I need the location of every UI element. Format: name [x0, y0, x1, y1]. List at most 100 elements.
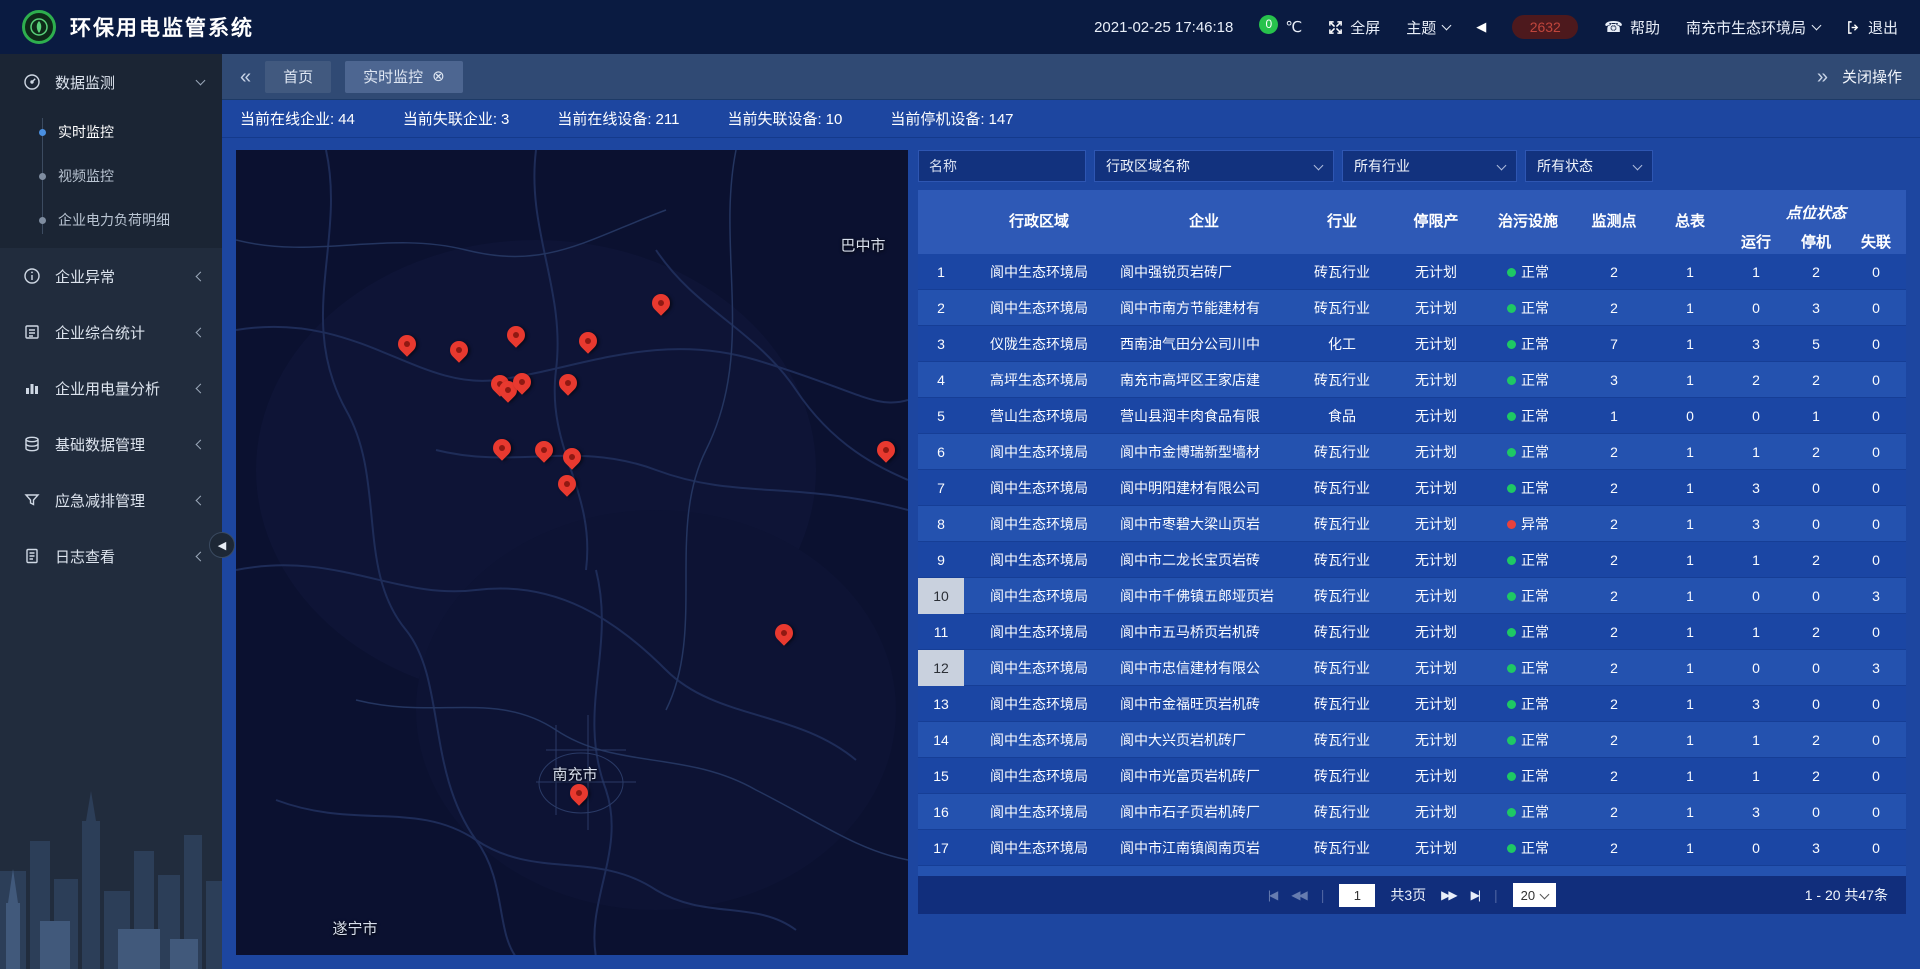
facility-status-cell: 正常 [1482, 370, 1574, 390]
meters-cell: 1 [1654, 480, 1726, 496]
table-row[interactable]: 4 高坪生态环境局 南充市高坪区王家店建 砖瓦行业 无计划 正常 3 1 [918, 362, 1906, 398]
industry-cell: 砖瓦行业 [1294, 370, 1390, 390]
sidebar-item-realtime-monitoring[interactable]: 实时监控 [0, 110, 222, 154]
fullscreen-icon [1328, 20, 1343, 35]
company-cell: 阆中大兴页岩机砖厂 [1114, 730, 1294, 750]
table-row[interactable]: 15 阆中生态环境局 阆中市光富页岩机砖厂 砖瓦行业 无计划 正常 2 1 [918, 758, 1906, 794]
fullscreen-button[interactable]: 全屏 [1328, 17, 1380, 38]
limit-cell: 无计划 [1390, 586, 1482, 606]
run-cell: 1 [1726, 444, 1786, 460]
sidebar-item-emergency-reduction[interactable]: 应急减排管理 [0, 472, 222, 528]
prev-page-icon[interactable]: ◀◀ [1291, 888, 1305, 902]
table-row[interactable]: 2 阆中生态环境局 阆中市南方节能建材有 砖瓦行业 无计划 正常 2 1 [918, 290, 1906, 326]
table-row[interactable]: 6 阆中生态环境局 阆中市金博瑞新型墙材 砖瓦行业 无计划 正常 2 1 [918, 434, 1906, 470]
sidebar-submenu: 实时监控 视频监控 企业电力负荷明细 [0, 110, 222, 248]
table-row[interactable]: 3 仪陇生态环境局 西南油气田分公司川中 化工 无计划 正常 7 1 3 [918, 326, 1906, 362]
status-filter-select[interactable]: 所有状态 [1525, 150, 1653, 182]
status-dot-icon [1507, 772, 1516, 781]
facility-status-cell: 正常 [1482, 478, 1574, 498]
points-cell: 2 [1574, 840, 1654, 856]
table-row[interactable]: 18 南部生态环境局 南部县建兴页岩砖有限 砖瓦行业 无计划 正常 2 1 [918, 866, 1906, 876]
tab-home[interactable]: 首页 [265, 61, 331, 93]
stop-cell: 1 [1786, 408, 1846, 424]
row-index-cell: 11 [918, 614, 964, 650]
stop-cell: 2 [1786, 264, 1846, 280]
map[interactable]: 巴中市 南充市 遂宁市 [236, 150, 908, 955]
theme-dropdown[interactable]: 主题 [1406, 17, 1450, 38]
limit-cell: 无计划 [1390, 730, 1482, 750]
app-header: 环保用电监管系统 2021-02-25 17:46:18 0 ℃ 全屏 主题 ◀… [0, 0, 1920, 54]
stop-cell: 5 [1786, 336, 1846, 352]
close-operation-button[interactable]: 关闭操作 [1842, 66, 1902, 87]
row-index-cell: 5 [918, 398, 964, 434]
sidebar-item-log-view[interactable]: 日志查看 [0, 528, 222, 584]
tab-realtime-monitoring[interactable]: 实时监控 ⊗ [345, 61, 463, 93]
table-row[interactable]: 8 阆中生态环境局 阆中市枣碧大梁山页岩 砖瓦行业 无计划 异常 2 1 [918, 506, 1906, 542]
industry-cell: 砖瓦行业 [1294, 478, 1390, 498]
sound-icon[interactable]: ◀ [1476, 19, 1486, 35]
lost-cell: 0 [1846, 264, 1906, 280]
table-row[interactable]: 11 阆中生态环境局 阆中市五马桥页岩机砖 砖瓦行业 无计划 正常 2 1 [918, 614, 1906, 650]
map-city-label: 遂宁市 [332, 918, 377, 939]
sidebar-item-video-monitoring[interactable]: 视频监控 [0, 154, 222, 198]
page-size-select[interactable]: 20 [1513, 883, 1556, 907]
industry-cell: 砖瓦行业 [1294, 442, 1390, 462]
table-row[interactable]: 14 阆中生态环境局 阆中大兴页岩机砖厂 砖瓦行业 无计划 正常 2 1 [918, 722, 1906, 758]
company-cell: 阆中市千佛镇五郎垭页岩 [1114, 586, 1294, 606]
tab-close-icon[interactable]: ⊗ [432, 69, 445, 84]
bar-chart-icon [22, 379, 42, 397]
limit-cell: 无计划 [1390, 802, 1482, 822]
points-cell: 2 [1574, 696, 1654, 712]
table-row[interactable]: 1 阆中生态环境局 阆中强锐页岩砖厂 砖瓦行业 无计划 正常 2 1 1 [918, 254, 1906, 290]
map-collapse-button[interactable]: ◀ [209, 532, 235, 558]
table-row[interactable]: 12 阆中生态环境局 阆中市忠信建材有限公 砖瓦行业 无计划 正常 2 1 [918, 650, 1906, 686]
funnel-icon [22, 491, 42, 509]
tabs-back-icon[interactable]: « [240, 67, 251, 87]
stat-item: 当前失联设备:10 [727, 108, 842, 129]
facility-status-cell: 正常 [1482, 550, 1574, 570]
tabs-forward-icon[interactable]: » [1817, 67, 1828, 87]
collapse-left-icon: ◀ [218, 539, 226, 552]
pagination-bar: |◀ ◀◀ | 共3页 ▶▶ ▶| | 20 1 - 20 共47条 [918, 876, 1906, 914]
table-row[interactable]: 13 阆中生态环境局 阆中市金福旺页岩机砖 砖瓦行业 无计划 正常 2 1 [918, 686, 1906, 722]
limit-cell: 无计划 [1390, 406, 1482, 426]
sidebar-item-power-analysis[interactable]: 企业用电量分析 [0, 360, 222, 416]
map-city-label: 巴中市 [840, 235, 885, 256]
facility-status-cell: 正常 [1482, 766, 1574, 786]
sidebar-item-data-monitoring[interactable]: 数据监测 [0, 54, 222, 110]
last-page-icon[interactable]: ▶| [1471, 888, 1479, 902]
limit-cell: 无计划 [1390, 478, 1482, 498]
industry-filter-select[interactable]: 所有行业 [1342, 150, 1517, 182]
help-button[interactable]: ☎ 帮助 [1604, 17, 1660, 38]
sidebar-item-base-data[interactable]: 基础数据管理 [0, 416, 222, 472]
table-row[interactable]: 9 阆中生态环境局 阆中市二龙长宝页岩砖 砖瓦行业 无计划 正常 2 1 [918, 542, 1906, 578]
row-index-cell: 1 [918, 254, 964, 290]
table-row[interactable]: 17 阆中生态环境局 阆中市江南镇阆南页岩 砖瓦行业 无计划 正常 2 1 [918, 830, 1906, 866]
next-page-icon[interactable]: ▶▶ [1441, 888, 1455, 902]
table-row[interactable]: 7 阆中生态环境局 阆中明阳建材有限公司 砖瓦行业 无计划 正常 2 1 [918, 470, 1906, 506]
row-index-cell: 9 [918, 542, 964, 578]
status-dot-icon [1507, 556, 1516, 565]
page-number-input[interactable] [1339, 884, 1375, 907]
org-dropdown[interactable]: 南充市生态环境局 [1686, 17, 1820, 38]
sidebar-item-enterprise-abnormal[interactable]: 企业异常 [0, 248, 222, 304]
table-row[interactable]: 5 营山生态环境局 营山县润丰肉食品有限 食品 无计划 正常 1 0 0 [918, 398, 1906, 434]
table-row[interactable]: 16 阆中生态环境局 阆中市石子页岩机砖厂 砖瓦行业 无计划 正常 2 1 [918, 794, 1906, 830]
first-page-icon[interactable]: |◀ [1268, 888, 1276, 902]
logout-button[interactable]: 退出 [1846, 17, 1898, 38]
name-filter-input[interactable] [918, 150, 1086, 182]
limit-cell: 无计划 [1390, 550, 1482, 570]
table-row[interactable]: 10 阆中生态环境局 阆中市千佛镇五郎垭页岩 砖瓦行业 无计划 正常 2 1 [918, 578, 1906, 614]
region-filter-select[interactable]: 行政区域名称 [1094, 150, 1334, 182]
company-cell: 阆中市五马桥页岩机砖 [1114, 622, 1294, 642]
temperature: 0 ℃ [1259, 18, 1302, 36]
alert-count-badge[interactable]: 2632 [1512, 15, 1578, 39]
chevron-left-icon [196, 495, 206, 505]
sidebar-item-power-load-detail[interactable]: 企业电力负荷明细 [0, 198, 222, 242]
sidebar-item-enterprise-statistics[interactable]: 企业综合统计 [0, 304, 222, 360]
stat-item: 当前在线企业:44 [240, 108, 355, 129]
facility-status-cell: 正常 [1482, 442, 1574, 462]
facility-status-cell: 正常 [1482, 802, 1574, 822]
row-index-cell: 3 [918, 326, 964, 362]
industry-cell: 砖瓦行业 [1294, 622, 1390, 642]
